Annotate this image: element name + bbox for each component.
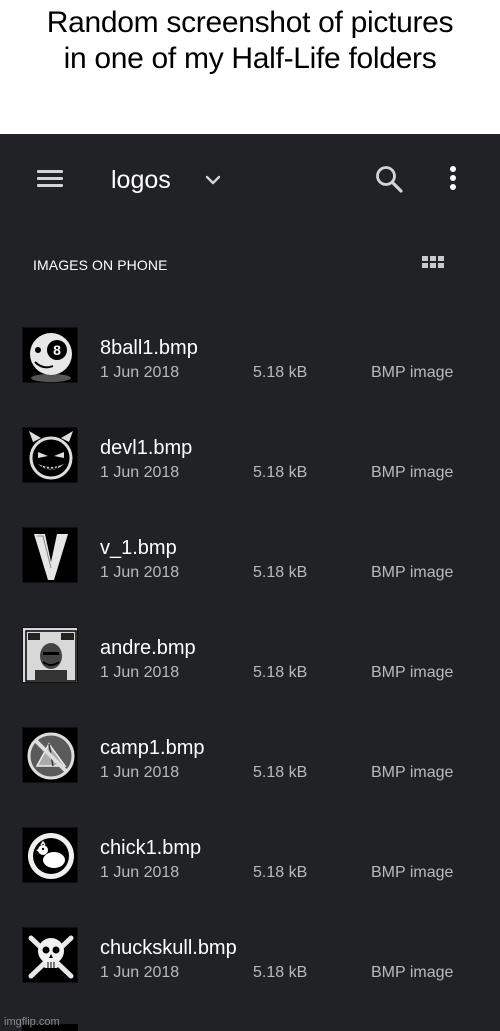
file-name: chuckskull.bmp bbox=[100, 937, 237, 959]
file-type: BMP image bbox=[371, 364, 454, 381]
hamburger-menu-icon[interactable] bbox=[36, 168, 64, 190]
file-size: 5.18 kB bbox=[253, 864, 308, 881]
file-size: 5.18 kB bbox=[253, 764, 308, 781]
section-label: IMAGES ON PHONE bbox=[33, 257, 168, 273]
file-name: camp1.bmp bbox=[100, 737, 205, 759]
file-date: 1 Jun 2018 bbox=[100, 664, 180, 681]
file-date: 1 Jun 2018 bbox=[100, 964, 180, 981]
file-name: devl1.bmp bbox=[100, 437, 193, 459]
meme-caption: Random screenshot of pictures in one of … bbox=[0, 0, 500, 134]
file-type: BMP image bbox=[371, 864, 454, 881]
file-size: 5.18 kB bbox=[253, 464, 308, 481]
chicken-circle-icon bbox=[22, 827, 78, 883]
caption-line-1: Random screenshot of pictures bbox=[46, 6, 454, 39]
file-type: BMP image bbox=[371, 964, 454, 981]
letter-v-icon bbox=[22, 527, 78, 583]
file-row[interactable]: 8 8ball1.bmp 1 Jun 2018 5.18 kB BMP imag… bbox=[0, 320, 500, 420]
file-name: 8ball1.bmp bbox=[100, 337, 198, 359]
file-type: BMP image bbox=[371, 564, 454, 581]
folder-title[interactable]: logos bbox=[111, 164, 171, 196]
file-row[interactable]: v_1.bmp 1 Jun 2018 5.18 kB BMP image bbox=[0, 520, 500, 620]
file-row[interactable]: andre.bmp 1 Jun 2018 5.18 kB BMP image bbox=[0, 620, 500, 720]
file-date: 1 Jun 2018 bbox=[100, 864, 180, 881]
file-date: 1 Jun 2018 bbox=[100, 564, 180, 581]
file-browser-screen: logos IMAGES ON PHONE 8 8ball1.bmp 1 Jun… bbox=[0, 134, 500, 1031]
file-row[interactable]: devl1.bmp 1 Jun 2018 5.18 kB BMP image bbox=[0, 420, 500, 520]
file-row[interactable]: chick1.bmp 1 Jun 2018 5.18 kB BMP image bbox=[0, 820, 500, 920]
file-size: 5.18 kB bbox=[253, 964, 308, 981]
file-type: BMP image bbox=[371, 664, 454, 681]
file-size: 5.18 kB bbox=[253, 564, 308, 581]
file-size: 5.18 kB bbox=[253, 364, 308, 381]
file-date: 1 Jun 2018 bbox=[100, 464, 180, 481]
file-name: v_1.bmp bbox=[100, 537, 177, 559]
devil-face-icon bbox=[22, 427, 78, 483]
file-type: BMP image bbox=[371, 464, 454, 481]
andre-poster-icon bbox=[22, 627, 78, 683]
caption-line-2: in one of my Half-Life folders bbox=[63, 42, 437, 75]
chevron-down-icon[interactable] bbox=[203, 170, 223, 190]
file-name: chick1.bmp bbox=[100, 837, 202, 859]
grid-view-icon[interactable] bbox=[420, 252, 446, 278]
file-row[interactable]: camp1.bmp 1 Jun 2018 5.18 kB BMP image bbox=[0, 720, 500, 820]
section-header: IMAGES ON PHONE bbox=[0, 250, 500, 280]
search-icon[interactable] bbox=[372, 162, 406, 196]
file-list: 8 8ball1.bmp 1 Jun 2018 5.18 kB BMP imag… bbox=[0, 320, 500, 1020]
file-date: 1 Jun 2018 bbox=[100, 364, 180, 381]
imgflip-watermark: imgflip.com bbox=[4, 1016, 60, 1028]
eight-ball-icon: 8 bbox=[22, 327, 78, 383]
app-bar: logos bbox=[0, 134, 500, 224]
skull-crossbones-icon bbox=[22, 927, 78, 983]
file-type: BMP image bbox=[371, 764, 454, 781]
file-size: 5.18 kB bbox=[253, 664, 308, 681]
more-vertical-icon[interactable] bbox=[440, 162, 466, 196]
no-camping-tent-icon bbox=[22, 727, 78, 783]
file-row[interactable]: chuckskull.bmp 1 Jun 2018 5.18 kB BMP im… bbox=[0, 920, 500, 1020]
svg-text:8: 8 bbox=[53, 342, 61, 358]
file-date: 1 Jun 2018 bbox=[100, 764, 180, 781]
file-name: andre.bmp bbox=[100, 637, 196, 659]
